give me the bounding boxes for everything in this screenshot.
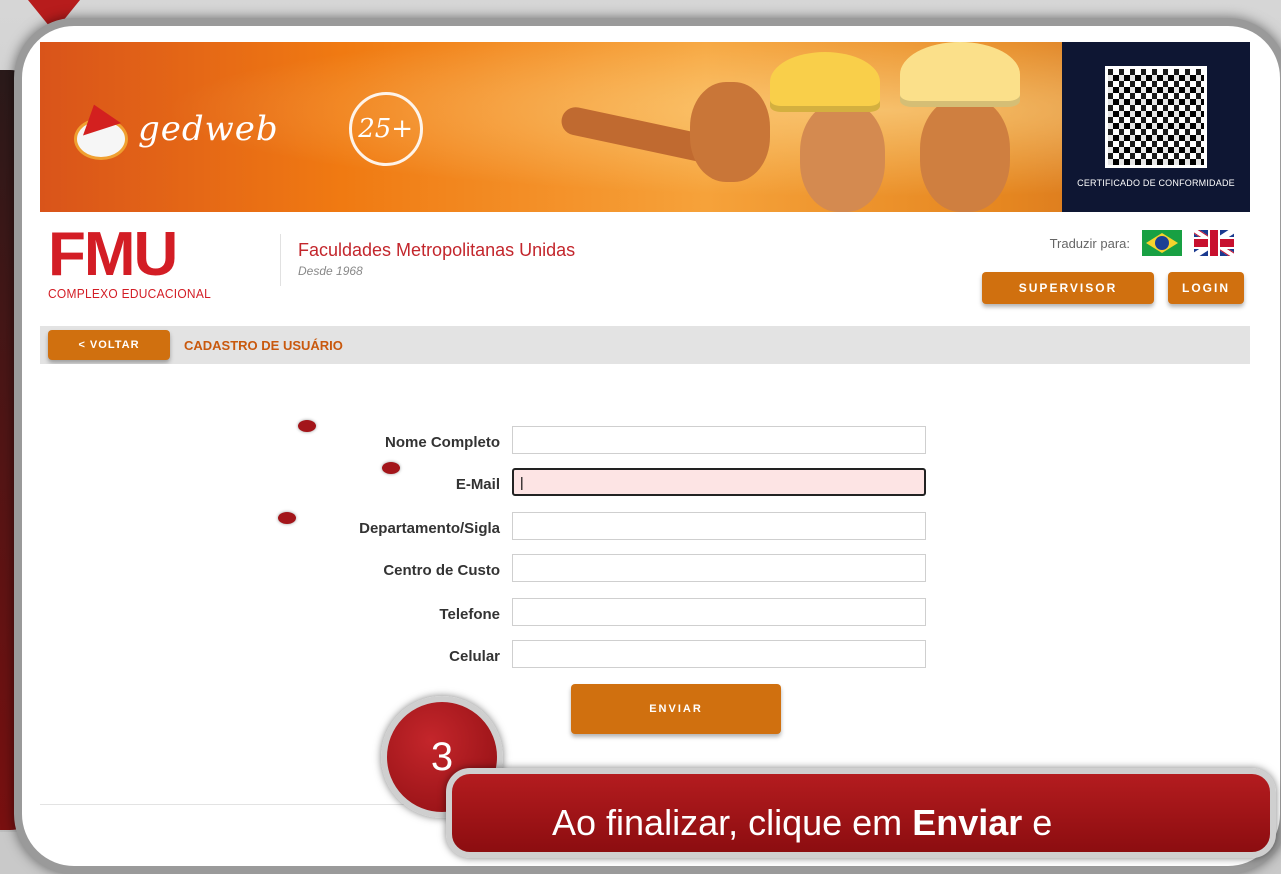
form-row-email: E-Mail	[40, 462, 1250, 498]
submit-button[interactable]: ENVIAR	[571, 684, 781, 734]
banner-photo-worker	[800, 102, 885, 212]
hard-hat-icon	[770, 52, 880, 112]
site-header: FMU COMPLEXO EDUCACIONAL Faculdades Metr…	[40, 212, 1250, 322]
page-title: CADASTRO DE USUÁRIO	[184, 338, 343, 353]
required-marker-icon	[382, 462, 400, 474]
banner-photo-worker	[920, 97, 1010, 212]
instruction-callout: Ao finalizar, clique em Enviar e	[446, 768, 1276, 858]
form-row-nome-completo: Nome Completo	[40, 420, 1250, 456]
supervisor-button[interactable]: SUPERVISOR	[982, 272, 1154, 304]
form-row-celular: Celular	[40, 640, 1250, 670]
nome-completo-input[interactable]	[512, 426, 926, 454]
centro-custo-input[interactable]	[512, 554, 926, 582]
login-button[interactable]: LOGIN	[1168, 272, 1244, 304]
celular-input[interactable]	[512, 640, 926, 668]
translate-label: Traduzir para:	[1049, 235, 1130, 251]
registration-form: Nome Completo E-Mail Departamento/Sigla …	[40, 364, 1250, 805]
fmu-logo[interactable]: FMU COMPLEXO EDUCACIONAL	[48, 220, 253, 302]
site-banner: gedweb 25+ CERTIFICADO DE CONFORMIDADE	[40, 42, 1250, 212]
anniversary-badge: 25+	[348, 92, 423, 166]
instruction-text: Ao finalizar, clique em	[552, 802, 913, 843]
nome-completo-label: Nome Completo	[384, 434, 500, 451]
instruction-emphasis: Enviar	[912, 802, 1023, 843]
brazil-flag-icon[interactable]	[1142, 230, 1182, 256]
header-divider	[280, 234, 281, 286]
form-row-departamento: Departamento/Sigla	[40, 512, 1250, 542]
hard-hat-icon	[900, 42, 1020, 107]
departamento-label: Departamento/Sigla	[359, 520, 500, 537]
telefone-label: Telefone	[439, 606, 500, 623]
fmu-logo-text: FMU	[48, 220, 178, 289]
uk-flag-icon[interactable]	[1194, 230, 1234, 256]
screenshot-frame: gedweb 25+ CERTIFICADO DE CONFORMIDADE F…	[14, 18, 1281, 874]
certificate-caption: CERTIFICADO DE CONFORMIDADE	[1077, 178, 1235, 188]
gedweb-logo[interactable]: gedweb 25+	[70, 92, 423, 166]
translate-bar: Traduzir para:	[1050, 230, 1234, 256]
brand-name: gedweb	[138, 109, 279, 149]
institution-since: Desde 1968	[298, 264, 363, 278]
form-row-centro-custo: Centro de Custo	[40, 554, 1250, 584]
email-label: E-Mail	[455, 476, 500, 493]
form-row-telefone: Telefone	[40, 598, 1250, 628]
instruction-text-end: e	[1022, 802, 1053, 843]
celular-label: Celular	[449, 648, 500, 665]
santa-hat-logo-icon	[70, 98, 128, 160]
required-marker-icon	[298, 420, 316, 432]
page-title-bar: < VOLTAR CADASTRO DE USUÁRIO	[40, 326, 1250, 364]
departamento-input[interactable]	[512, 512, 926, 540]
institution-name: Faculdades Metropolitanas Unidas	[298, 240, 576, 260]
centro-custo-label: Centro de Custo	[383, 562, 500, 579]
telefone-input[interactable]	[512, 598, 926, 626]
qr-code-icon	[1105, 66, 1207, 168]
back-button[interactable]: < VOLTAR	[48, 330, 170, 360]
fmu-logo-subtitle: COMPLEXO EDUCACIONAL	[48, 286, 212, 301]
certificate-box[interactable]: CERTIFICADO DE CONFORMIDADE	[1062, 42, 1250, 212]
banner-photo-worker	[690, 82, 770, 182]
required-marker-icon	[278, 512, 296, 524]
email-input[interactable]	[512, 468, 926, 496]
